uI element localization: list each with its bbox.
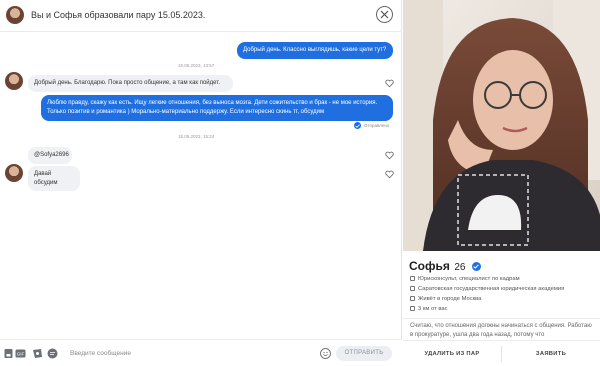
svg-text:GIF: GIF [17, 351, 25, 356]
message-incoming: Давай обсудим [28, 166, 80, 191]
sent-check-icon [354, 122, 361, 129]
heart-icon[interactable] [385, 151, 394, 160]
divider [403, 318, 600, 319]
message-incoming: Добрый день. Благодарю. Пока просто обще… [28, 75, 233, 92]
profile-distance: 3 км от вас [410, 306, 447, 312]
heart-icon[interactable] [385, 79, 394, 88]
avatar[interactable] [5, 72, 23, 90]
profile-name-row: Софья 26 [409, 257, 481, 275]
profile-photo[interactable] [403, 0, 600, 251]
message-input[interactable]: Введите сообщение [70, 350, 131, 357]
location-pin-icon [410, 306, 415, 311]
profile-panel: Софья 26 Юрисконсульт, специалист по кад… [403, 0, 600, 366]
message-list[interactable]: Добрый день. Классно выглядишь, какие це… [0, 33, 402, 338]
quick-reply-icon[interactable] [47, 348, 58, 359]
timestamp: 15.05.2023, 13:57 [178, 63, 215, 68]
message-outgoing: Люблю правду, скажу как есть. Ищу легкие… [41, 95, 393, 121]
profile-bio: Считаю, что отношения должны начинаться … [410, 323, 592, 338]
chat-panel: Вы и Софья образовали пару 15.05.2023. Д… [0, 0, 402, 366]
verified-icon [471, 262, 481, 271]
send-button[interactable]: ОТПРАВИТЬ [336, 346, 392, 361]
profile-education: Саратовская государственная юридическая … [410, 286, 564, 292]
message-composer: GIF Введите сообщение ОТПРАВИТЬ [0, 339, 402, 366]
profile-job: Юрисконсульт, специалист по кадрам [410, 276, 520, 282]
profile-actions: УДАЛИТЬ ИЗ ПАР ЗАЯВИТЬ [403, 340, 600, 366]
graduation-cap-icon [410, 286, 415, 291]
unmatch-button[interactable]: УДАЛИТЬ ИЗ ПАР [403, 341, 501, 366]
sticker-icon[interactable] [32, 348, 43, 359]
avatar[interactable] [5, 164, 23, 182]
message-incoming: @Sofya2696 [28, 147, 72, 164]
attach-file-icon[interactable] [3, 348, 14, 359]
gif-icon[interactable]: GIF [15, 348, 26, 359]
profile-name: Софья [409, 259, 450, 273]
profile-city: Живёт в городе Москва [410, 296, 481, 302]
timestamp: 15.05.2023, 15:24 [178, 134, 215, 139]
home-icon [410, 296, 415, 301]
chat-header: Вы и Софья образовали пару 15.05.2023. [0, 0, 402, 32]
message-outgoing: Добрый день. Классно выглядишь, какие це… [237, 42, 393, 59]
message-status: Отправлено [364, 123, 390, 128]
close-icon[interactable] [376, 6, 393, 23]
report-button[interactable]: ЗАЯВИТЬ [502, 341, 600, 366]
emoji-icon[interactable] [320, 348, 331, 359]
match-title: Вы и Софья образовали пару 15.05.2023. [31, 10, 206, 20]
heart-icon[interactable] [385, 170, 394, 179]
profile-age: 26 [454, 262, 466, 273]
avatar[interactable] [6, 6, 24, 24]
briefcase-icon [410, 276, 415, 281]
